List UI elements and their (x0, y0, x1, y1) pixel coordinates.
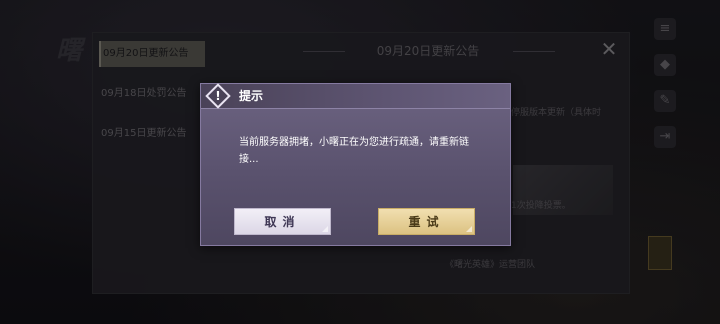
cancel-button-label: 取消 (264, 215, 301, 229)
dialog-message: 当前服务器拥堵，小曙正在为您进行疏通，请重新链接... (239, 137, 469, 165)
dialog-header: ! 提示 (201, 83, 510, 109)
warning-icon-mark: ! (215, 89, 221, 103)
button-corner-decoration (322, 226, 328, 232)
button-corner-decoration (466, 226, 472, 232)
cancel-button[interactable]: 取消 (234, 208, 331, 235)
connection-error-dialog: ! 提示 当前服务器拥堵，小曙正在为您进行疏通，请重新链接... 取消 重试 (200, 83, 511, 246)
dialog-title: 提示 (239, 89, 264, 103)
retry-button[interactable]: 重试 (378, 208, 475, 235)
retry-button-label: 重试 (408, 215, 445, 229)
